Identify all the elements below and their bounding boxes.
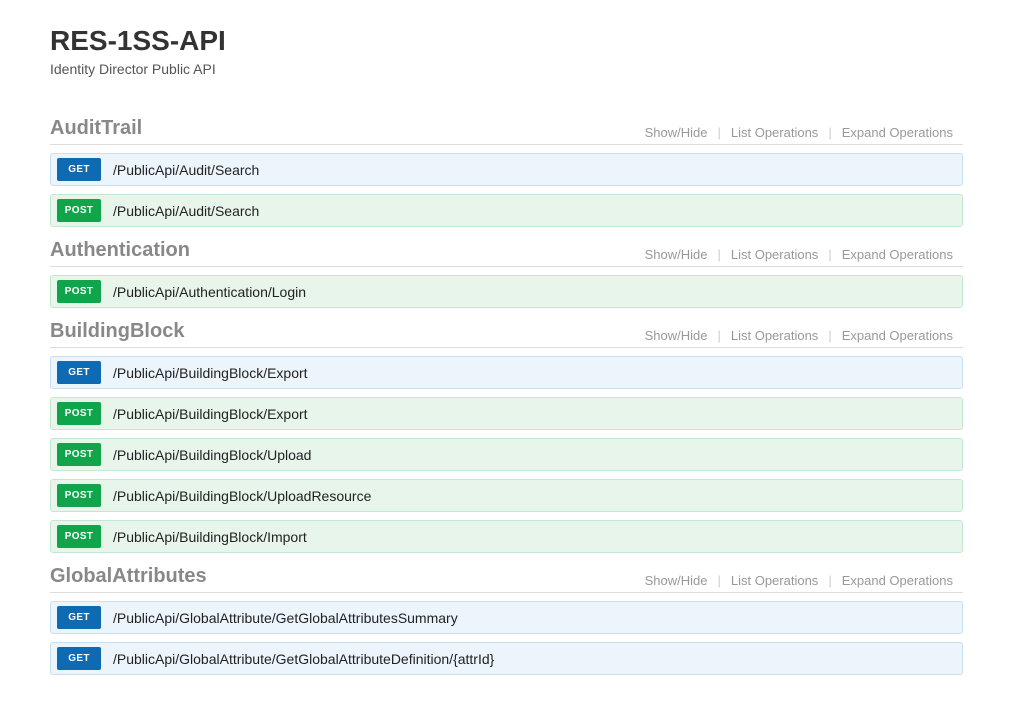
post-badge: POST [57,199,101,222]
post-badge: POST [57,443,101,466]
get-badge: GET [57,158,101,181]
section-actions: Show/Hide|List Operations|Expand Operati… [635,573,963,588]
operation-path: /PublicApi/Audit/Search [113,162,259,178]
post-badge: POST [57,280,101,303]
post-badge: POST [57,525,101,548]
section-header: BuildingBlock Show/Hide|List Operations|E… [50,320,963,348]
get-badge: GET [57,606,101,629]
operation-path: /PublicApi/BuildingBlock/Export [113,406,308,422]
post-badge: POST [57,484,101,507]
operation-path: /PublicApi/GlobalAttribute/GetGlobalAttr… [113,610,458,626]
show-hide-link[interactable]: Show/Hide [635,247,718,262]
api-section: GlobalAttributes Show/Hide|List Operation… [50,565,963,675]
list-operations-link[interactable]: List Operations [721,573,828,588]
api-doc-page: RES-1SS-API Identity Director Public API… [0,0,1013,707]
page-title: RES-1SS-API [50,25,963,57]
api-section: Authentication Show/Hide|List Operations|… [50,239,963,308]
api-section: BuildingBlock Show/Hide|List Operations|E… [50,320,963,553]
operation-row[interactable]: GET/PublicApi/GlobalAttribute/GetGlobalA… [50,601,963,634]
get-badge: GET [57,647,101,670]
list-operations-link[interactable]: List Operations [721,328,828,343]
section-header: GlobalAttributes Show/Hide|List Operation… [50,565,963,593]
section-title[interactable]: AuditTrail [50,117,142,140]
page-subtitle: Identity Director Public API [50,61,963,77]
show-hide-link[interactable]: Show/Hide [635,573,718,588]
post-badge: POST [57,402,101,425]
section-title[interactable]: GlobalAttributes [50,565,207,588]
get-badge: GET [57,361,101,384]
section-actions: Show/Hide|List Operations|Expand Operati… [635,125,963,140]
expand-operations-link[interactable]: Expand Operations [832,125,963,140]
operation-row[interactable]: POST/PublicApi/Authentication/Login [50,275,963,308]
operation-path: /PublicApi/GlobalAttribute/GetGlobalAttr… [113,651,494,667]
section-title[interactable]: BuildingBlock [50,320,184,343]
operation-row[interactable]: POST/PublicApi/BuildingBlock/Import [50,520,963,553]
section-actions: Show/Hide|List Operations|Expand Operati… [635,247,963,262]
section-title[interactable]: Authentication [50,239,190,262]
operation-path: /PublicApi/Audit/Search [113,203,259,219]
operation-path: /PublicApi/Authentication/Login [113,284,306,300]
operation-row[interactable]: POST/PublicApi/BuildingBlock/UploadResou… [50,479,963,512]
expand-operations-link[interactable]: Expand Operations [832,328,963,343]
operation-row[interactable]: GET/PublicApi/GlobalAttribute/GetGlobalA… [50,642,963,675]
operation-row[interactable]: GET/PublicApi/Audit/Search [50,153,963,186]
list-operations-link[interactable]: List Operations [721,247,828,262]
operation-row[interactable]: POST/PublicApi/BuildingBlock/Export [50,397,963,430]
expand-operations-link[interactable]: Expand Operations [832,573,963,588]
show-hide-link[interactable]: Show/Hide [635,328,718,343]
operation-path: /PublicApi/BuildingBlock/Import [113,529,307,545]
operation-row[interactable]: GET/PublicApi/BuildingBlock/Export [50,356,963,389]
operation-row[interactable]: POST/PublicApi/Audit/Search [50,194,963,227]
operation-path: /PublicApi/BuildingBlock/Export [113,365,308,381]
section-actions: Show/Hide|List Operations|Expand Operati… [635,328,963,343]
section-header: Authentication Show/Hide|List Operations|… [50,239,963,267]
operation-path: /PublicApi/BuildingBlock/UploadResource [113,488,371,504]
list-operations-link[interactable]: List Operations [721,125,828,140]
operation-row[interactable]: POST/PublicApi/BuildingBlock/Upload [50,438,963,471]
api-section: AuditTrail Show/Hide|List Operations|Expa… [50,117,963,227]
expand-operations-link[interactable]: Expand Operations [832,247,963,262]
operation-path: /PublicApi/BuildingBlock/Upload [113,447,311,463]
section-header: AuditTrail Show/Hide|List Operations|Expa… [50,117,963,145]
show-hide-link[interactable]: Show/Hide [635,125,718,140]
